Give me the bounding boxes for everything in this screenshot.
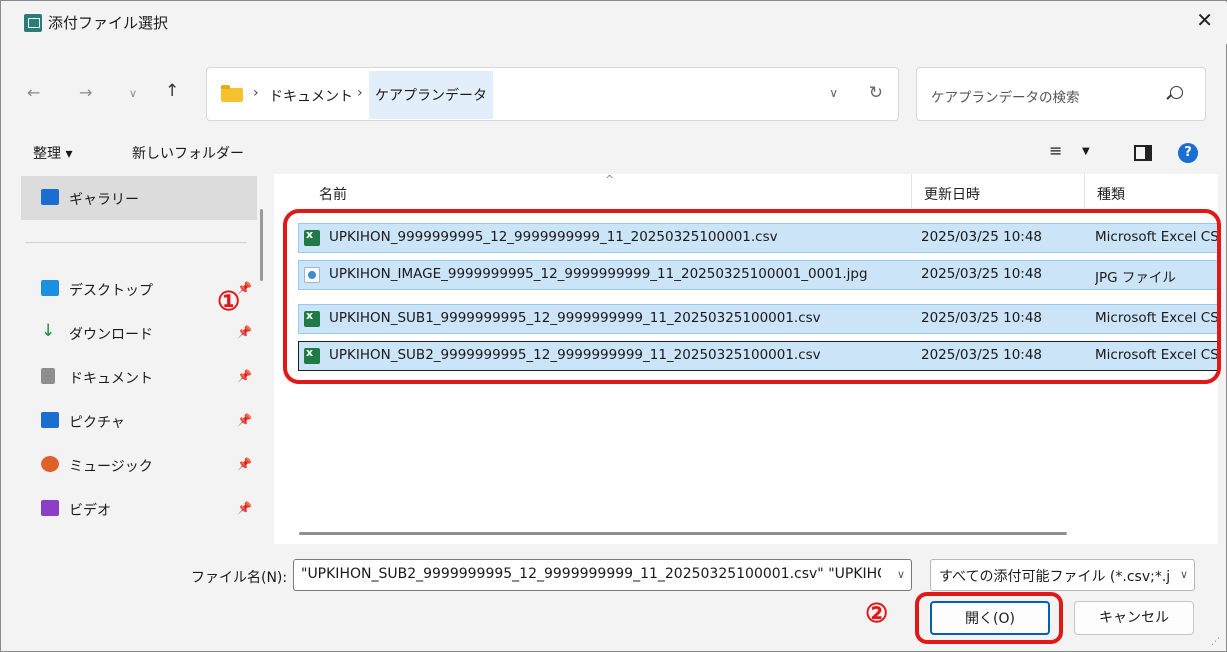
gallery-icon <box>41 189 59 205</box>
sidebar-item-gallery[interactable]: ギャラリー <box>21 176 257 220</box>
document-icon <box>41 368 55 384</box>
pin-icon[interactable]: 📌 <box>237 413 252 427</box>
breadcrumb-careplan-data[interactable]: ケアプランデータ <box>369 71 493 119</box>
address-bar[interactable]: › ドキュメント › ケアプランデータ ∨ ↻ <box>206 67 899 121</box>
sidebar-item-music[interactable]: ミュージック 📌 <box>21 443 257 487</box>
filename-field[interactable]: "UPKIHON_SUB2_9999999995_12_9999999999_1… <box>293 559 912 591</box>
annotation-box-files <box>283 209 1221 384</box>
breadcrumb-separator: › <box>253 85 259 101</box>
help-icon[interactable]: ? <box>1178 143 1198 163</box>
sidebar-item-videos[interactable]: ビデオ 📌 <box>21 487 257 531</box>
command-toolbar: 整理 ▾ 新しいフォルダー ≡ ▼ ? <box>2 133 1227 173</box>
up-arrow-icon[interactable]: ↑ <box>165 81 179 101</box>
pin-icon[interactable]: 📌 <box>237 501 252 515</box>
column-separator[interactable] <box>1084 174 1085 208</box>
pin-icon[interactable]: 📌 <box>237 369 252 383</box>
filetype-value: すべての添付可能ファイル (*.csv;*.jpg) <box>939 569 1169 585</box>
pin-icon[interactable]: 📌 <box>237 457 252 471</box>
window-title: 添付ファイル選択 <box>48 14 169 32</box>
column-header-name[interactable]: 名前 <box>319 184 347 204</box>
filename-label: ファイル名(N): <box>191 570 288 586</box>
preview-pane-icon[interactable] <box>1134 145 1152 161</box>
search-box[interactable]: ケアプランデータの検索 <box>916 67 1206 121</box>
app-icon <box>24 14 42 32</box>
sort-ascending-icon: ^ <box>605 173 615 186</box>
new-folder-button[interactable]: 新しいフォルダー <box>132 143 244 163</box>
view-dropdown-icon[interactable]: ▼ <box>1082 146 1090 157</box>
breadcrumb-separator: › <box>357 85 363 101</box>
file-open-dialog: 添付ファイル選択 ✕ ← → ∨ ↑ › ドキュメント › ケアプランデータ ∨… <box>0 0 1227 652</box>
sidebar-item-label: ダウンロード <box>69 327 153 343</box>
back-arrow-icon[interactable]: ← <box>27 83 40 102</box>
annotation-marker-1: ① <box>217 287 241 317</box>
address-dropdown-icon[interactable]: ∨ <box>829 86 838 100</box>
sidebar-item-downloads[interactable]: ↓ ダウンロード 📌 <box>21 311 257 355</box>
filename-input[interactable]: "UPKIHON_SUB2_9999999995_12_9999999999_1… <box>301 566 881 582</box>
chevron-down-icon[interactable]: ∨ <box>897 568 905 581</box>
sidebar-item-pictures[interactable]: ピクチャ 📌 <box>21 399 257 443</box>
sidebar-item-label: ミュージック <box>69 459 153 475</box>
navigation-pane: ギャラリー デスクトップ 📌 ↓ ダウンロード 📌 ドキュメント 📌 ピクチャ … <box>11 174 273 544</box>
sidebar-scrollbar[interactable] <box>260 209 263 281</box>
sidebar-item-label: ビデオ <box>69 503 111 519</box>
music-icon <box>41 456 59 472</box>
resize-grip-icon[interactable]: ⋰ <box>1211 637 1220 647</box>
filetype-select[interactable]: すべての添付可能ファイル (*.csv;*.jpg) ∨ <box>930 559 1195 591</box>
sidebar-item-label: ギャラリー <box>69 192 139 208</box>
open-button[interactable]: 開く(O) <box>930 601 1050 635</box>
sidebar-divider <box>25 242 247 243</box>
video-icon <box>41 500 59 516</box>
column-header-type[interactable]: 種類 <box>1097 184 1125 204</box>
sidebar-item-label: デスクトップ <box>69 283 153 299</box>
navigation-bar: ← → ∨ ↑ › ドキュメント › ケアプランデータ ∨ ↻ ケアプランデータ… <box>2 59 1227 129</box>
sidebar-item-documents[interactable]: ドキュメント 📌 <box>21 355 257 399</box>
search-input[interactable]: ケアプランデータの検索 <box>931 86 1080 106</box>
pictures-icon <box>41 412 59 428</box>
sidebar-item-label: ドキュメント <box>69 371 153 387</box>
column-separator[interactable] <box>911 174 912 208</box>
refresh-icon[interactable]: ↻ <box>869 83 883 103</box>
folder-icon <box>221 85 243 102</box>
horizontal-scrollbar[interactable] <box>299 532 1067 535</box>
sidebar-item-label: ピクチャ <box>69 415 125 431</box>
column-header-date[interactable]: 更新日時 <box>924 184 980 204</box>
breadcrumb-documents[interactable]: ドキュメント <box>269 86 353 106</box>
organize-button[interactable]: 整理 ▾ <box>33 143 72 163</box>
search-icon[interactable] <box>1170 86 1183 99</box>
annotation-marker-2: ② <box>865 599 889 629</box>
chevron-down-icon[interactable]: ∨ <box>1180 568 1188 581</box>
forward-arrow-icon[interactable]: → <box>79 83 92 102</box>
desktop-icon <box>41 280 59 296</box>
view-options-icon[interactable]: ≡ <box>1049 141 1062 160</box>
pin-icon[interactable]: 📌 <box>237 325 252 339</box>
title-bar: 添付ファイル選択 ✕ <box>2 2 1227 44</box>
cancel-button[interactable]: キャンセル <box>1074 601 1194 635</box>
download-icon: ↓ <box>41 321 56 341</box>
recent-locations-chevron-icon[interactable]: ∨ <box>129 87 137 100</box>
close-icon[interactable]: ✕ <box>1196 8 1213 32</box>
